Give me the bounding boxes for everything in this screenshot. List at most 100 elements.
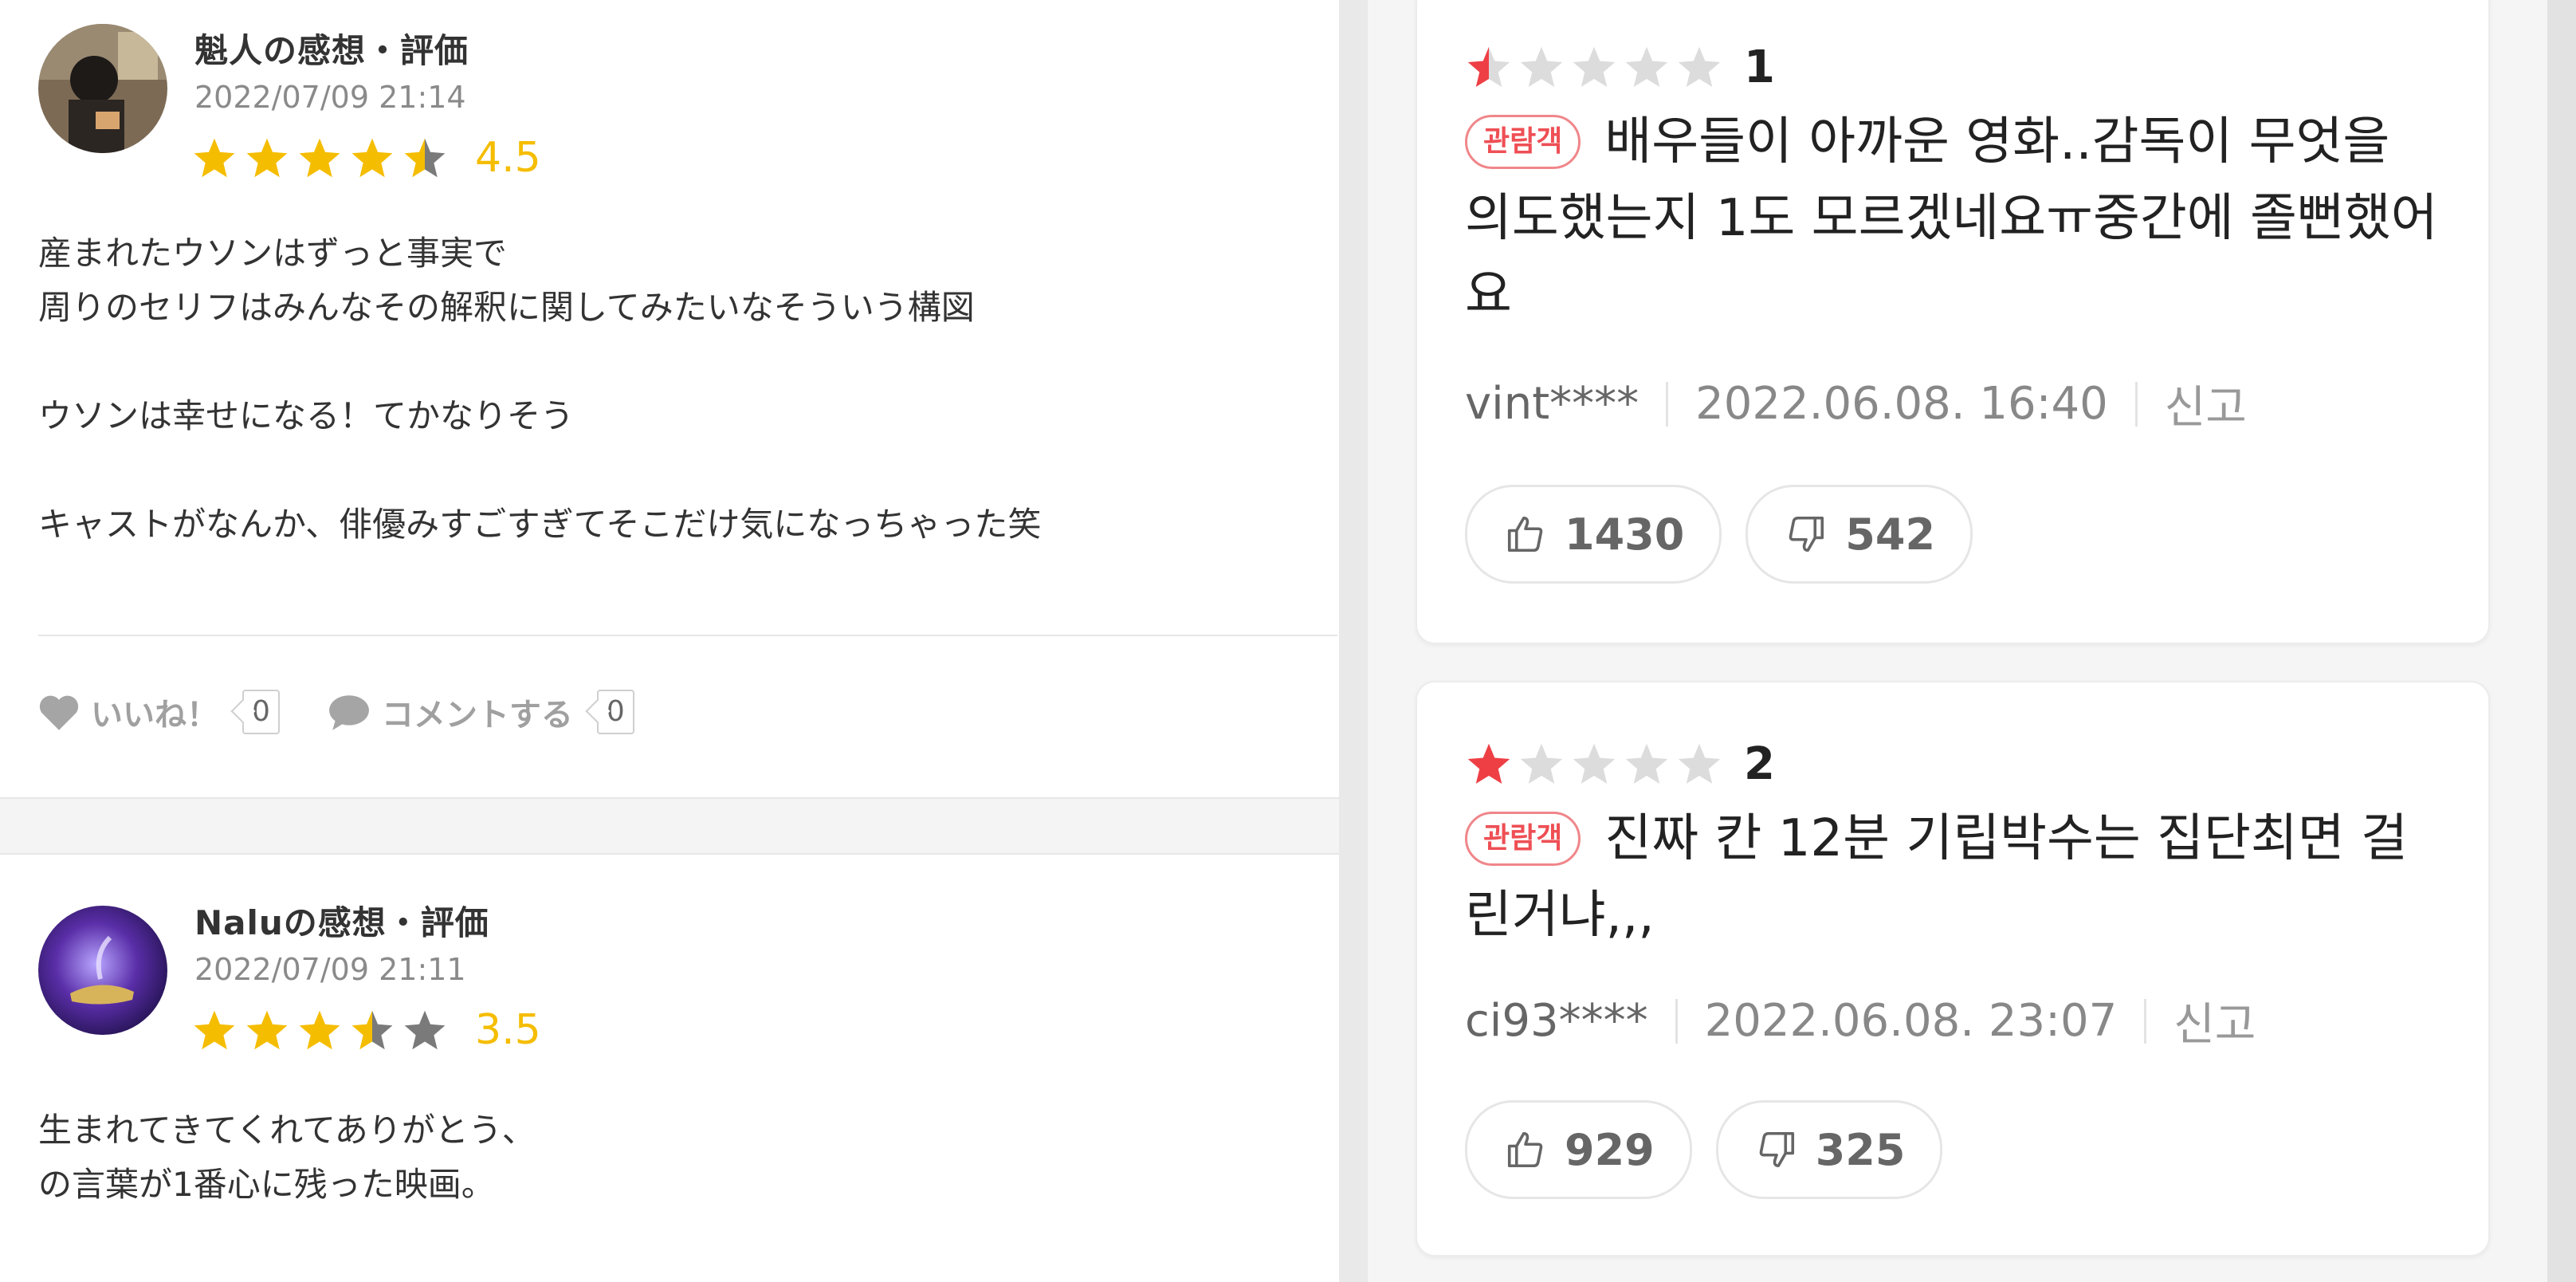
scrollbar[interactable] (2547, 0, 2576, 1282)
reviewer-id: vint**** (1465, 378, 1639, 430)
avatar[interactable] (38, 906, 167, 1035)
star-icon (1570, 44, 1618, 92)
viewer-badge: 관람객 (1465, 812, 1581, 866)
like-button[interactable]: 1430 (1465, 485, 1722, 584)
review-card: 2 관람객 진짜 칸 12분 기립박수는 집단최면 걸 린거냐,,, ci93**… (1416, 681, 2490, 1256)
review-line: 의도했는지 1도 모르겠네요ㅠ중간에 졸뻔했어 (1465, 189, 2438, 248)
star-icon (296, 1008, 343, 1054)
star-icon (1518, 44, 1565, 92)
speech-bubble-icon (328, 694, 371, 730)
star-icon (1518, 741, 1565, 788)
star-icon (402, 1008, 448, 1054)
review-text: 관람객 진짜 칸 12분 기립박수는 집단최면 걸 린거냐,,, (1465, 800, 2437, 954)
review-line: 周りのセリフはみんなその解釈に関してみたいなそういう構図 (38, 288, 975, 327)
rating-score: 3.5 (475, 1006, 541, 1054)
star-rating (1465, 741, 1723, 788)
report-link[interactable]: 신고 (2174, 989, 2256, 1053)
dislike-count: 542 (1845, 509, 1936, 560)
separator (1675, 998, 1678, 1044)
viewer-badge: 관람객 (1465, 115, 1581, 169)
review-body: 生まれてきてくれてありがとう、 の言葉が1番心に残った映画。 (38, 1103, 536, 1212)
reviewer-id: ci93**** (1465, 995, 1648, 1047)
review-author[interactable]: Naluの感想・評価 (194, 896, 489, 945)
star-icon (1675, 44, 1723, 92)
review-line: 生まれてきてくれてありがとう、 (38, 1111, 536, 1150)
like-count: 929 (1565, 1124, 1655, 1175)
star-icon (349, 136, 395, 182)
star-rating (191, 1008, 448, 1054)
like-button[interactable]: 929 (1465, 1100, 1692, 1199)
korean-review-panel: 1 관람객 배우들이 아까운 영화..감독이 무엇을 의도했는지 1도 모르겠네요… (1368, 0, 2576, 1282)
review-line: キャストがなんか、俳優みすごすぎてそこだけ気になっちゃった笑 (38, 505, 1042, 544)
rating-row: 2 (1465, 738, 1775, 790)
vote-buttons: 929 325 (1465, 1100, 1943, 1199)
star-icon (1465, 741, 1513, 788)
thumbs-down-icon (1755, 1128, 1798, 1171)
review-body: 産まれたウソンはずっと事実で 周りのセリフはみんなその解釈に関してみたいなそうい… (38, 226, 1041, 552)
dislike-button[interactable]: 542 (1745, 485, 1973, 584)
like-count: 1430 (1565, 509, 1685, 560)
review-date: 2022.06.08. 16:40 (1695, 378, 2108, 430)
review-card: Naluの感想・評価 2022/07/09 21:11 3.5 生まれてきてくれ… (0, 853, 1339, 1282)
review-line: 린거냐,,, (1465, 886, 1655, 945)
star-icon (244, 1008, 290, 1054)
thumbs-down-icon (1785, 513, 1828, 556)
star-icon (1623, 741, 1671, 788)
review-line: 관람객 배우들이 아까운 영화..감독이 무엇을 (1465, 104, 2437, 180)
star-rating (1465, 44, 1723, 92)
star-icon (244, 136, 290, 182)
avatar[interactable] (38, 24, 167, 153)
report-link[interactable]: 신고 (2165, 372, 2247, 436)
review-actions: いいね！ 0 コメントする 0 (38, 689, 682, 735)
star-icon (349, 1008, 395, 1054)
review-date: 2022/07/09 21:11 (194, 952, 466, 987)
rating-score: 2 (1744, 738, 1775, 790)
panel-gutter (1339, 0, 1368, 1282)
review-card: 魁人の感想・評価 2022/07/09 21:14 4.5 産まれたウソンはずっ… (0, 0, 1339, 797)
star-icon (1675, 741, 1723, 788)
review-date: 2022.06.08. 23:07 (1704, 995, 2118, 1047)
rating-score: 4.5 (475, 134, 541, 182)
separator (2134, 381, 2138, 427)
star-icon (191, 1008, 238, 1054)
section-separator (0, 797, 1339, 855)
star-rating (191, 136, 448, 182)
review-line-text: 진짜 칸 12분 기립박수는 집단최면 걸 (1604, 809, 2408, 868)
vote-buttons: 1430 542 (1465, 485, 1973, 584)
star-icon (1623, 44, 1671, 92)
heart-icon (38, 694, 80, 730)
separator (1666, 381, 1669, 427)
review-line (38, 443, 1041, 497)
review-meta: vint**** 2022.06.08. 16:40 신고 (1465, 372, 2247, 436)
comment-count: 0 (596, 690, 634, 734)
review-line: ウソンは幸せになる！てかなりそう (38, 396, 575, 435)
star-icon (1570, 741, 1618, 788)
review-meta: ci93**** 2022.06.08. 23:07 신고 (1465, 989, 2256, 1053)
review-line: 産まれたウソンはずっと事実で (38, 234, 508, 273)
like-label: いいね！ (91, 697, 218, 733)
review-card: 1 관람객 배우들이 아까운 영화..감독이 무엇을 의도했는지 1도 모르겠네요… (1416, 0, 2490, 644)
review-line: 요 (1465, 265, 1512, 324)
star-icon (1465, 44, 1513, 92)
review-text: 관람객 배우들이 아까운 영화..감독이 무엇을 의도했는지 1도 모르겠네요ㅠ중… (1465, 104, 2437, 333)
rating-score: 1 (1744, 41, 1775, 93)
like-count: 0 (242, 690, 280, 734)
japanese-review-panel: 魁人の感想・評価 2022/07/09 21:14 4.5 産まれたウソンはずっ… (0, 0, 1339, 1282)
dislike-button[interactable]: 325 (1715, 1100, 1943, 1199)
review-author[interactable]: 魁人の感想・評価 (194, 24, 469, 73)
star-icon (296, 136, 343, 182)
star-icon (402, 136, 448, 182)
review-line: 관람객 진짜 칸 12분 기립박수는 집단최면 걸 (1465, 800, 2437, 877)
thumbs-up-icon (1504, 513, 1547, 556)
like-button[interactable]: いいね！ 0 (38, 689, 280, 735)
review-date: 2022/07/09 21:14 (194, 80, 466, 115)
rating-row: 1 (1465, 41, 1775, 93)
star-icon (191, 136, 238, 182)
dislike-count: 325 (1815, 1124, 1906, 1175)
review-line: の言葉が1番心に残った映画。 (38, 1165, 495, 1204)
comment-button[interactable]: コメントする 0 (328, 689, 634, 735)
review-line-text: 배우들이 아까운 영화..감독이 무엇을 (1604, 112, 2390, 171)
separator (2144, 998, 2147, 1044)
thumbs-up-icon (1504, 1128, 1547, 1171)
review-line (38, 335, 1041, 389)
